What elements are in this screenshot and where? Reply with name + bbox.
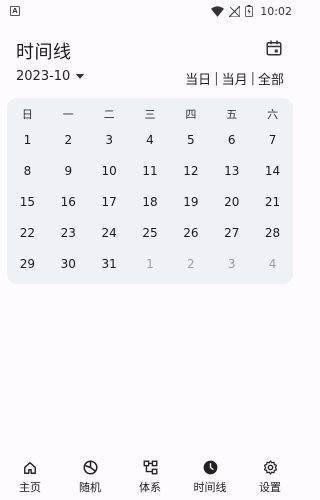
weekday-label: 四	[185, 108, 197, 121]
gear-icon	[262, 460, 278, 476]
nav-label: 主页	[19, 480, 41, 494]
calendar-day-next-month[interactable]: 4	[252, 257, 293, 271]
hierarchy-icon	[142, 460, 158, 476]
nav-item-timeline[interactable]: 时间线	[180, 454, 240, 500]
calendar-day[interactable]: 4	[130, 133, 171, 147]
calendar-day[interactable]: 9	[48, 164, 89, 178]
calendar-day[interactable]: 8	[7, 164, 48, 178]
calendar-icon	[265, 39, 283, 61]
calendar-day[interactable]: 3	[89, 133, 130, 147]
filter-separator: |	[250, 71, 255, 86]
calendar-day[interactable]: 26	[170, 226, 211, 240]
calendar-day[interactable]: 20	[211, 195, 252, 209]
status-right: 10:02	[211, 5, 292, 18]
calendar-day[interactable]: 6	[211, 133, 252, 147]
calendar-day-next-month[interactable]: 3	[211, 257, 252, 271]
calendar-card: 日 一 二 三 四 五 六 1 2 3 4 5 6 7 8 9 10 11 12 13 14 15 16 17 1…	[7, 98, 293, 284]
calendar-day-next-month[interactable]: 2	[170, 257, 211, 271]
nav-label: 设置	[259, 480, 281, 494]
nav-label: 体系	[139, 480, 161, 494]
calendar-day[interactable]: 22	[7, 226, 48, 240]
calendar-day[interactable]: 31	[89, 257, 130, 271]
filter-separator: |	[214, 71, 219, 86]
month-label: 2023-10	[16, 69, 71, 84]
calendar-day[interactable]: 18	[130, 195, 171, 209]
calendar-day[interactable]: 13	[211, 164, 252, 178]
calendar-day[interactable]: 11	[130, 164, 171, 178]
weekday-header-row: 日 一 二 三 四 五 六	[7, 104, 293, 124]
nav-label: 随机	[79, 480, 101, 494]
calendar-day[interactable]: 21	[252, 195, 293, 209]
filter-month[interactable]: 当月	[222, 69, 248, 88]
calendar-day[interactable]: 19	[170, 195, 211, 209]
calendar-day[interactable]: 12	[170, 164, 211, 178]
home-icon	[22, 460, 38, 476]
calendar-day[interactable]: 29	[7, 257, 48, 271]
calendar-day[interactable]: 28	[252, 226, 293, 240]
calendar-day[interactable]: 16	[48, 195, 89, 209]
weekday-label: 六	[267, 108, 279, 121]
bottom-nav: 主页 随机 体系 时间线 设置	[0, 454, 300, 500]
calendar-week-row: 8 9 10 11 12 13 14	[7, 155, 293, 186]
calendar-week-row: 1234567	[7, 124, 293, 155]
calendar-day[interactable]: 14	[252, 164, 293, 178]
calendar-day[interactable]: 25	[130, 226, 171, 240]
calendar-day[interactable]: 15	[7, 195, 48, 209]
filter-group: 当日 | 当月 | 全部	[185, 69, 284, 88]
clock-icon	[202, 460, 218, 476]
calendar-day[interactable]: 2	[48, 133, 89, 147]
status-left: A	[10, 6, 20, 16]
status-time: 10:02	[260, 4, 292, 18]
status-bar: A 10:02	[0, 0, 300, 22]
nav-item-hierarchy[interactable]: 体系	[120, 454, 180, 500]
calendar-day[interactable]: 10	[89, 164, 130, 178]
calendar-day[interactable]: 30	[48, 257, 89, 271]
signal-icon	[229, 5, 241, 17]
chevron-down-icon	[76, 74, 85, 79]
calendar-day[interactable]: 7	[252, 133, 293, 147]
calendar-day[interactable]: 24	[89, 226, 130, 240]
nav-label: 时间线	[193, 480, 227, 494]
weekday-label: 日	[21, 108, 33, 121]
calendar-weeks: 1 2 3 4 5 6 7 8 9 10 11 12 13 14 15 16 17 18 19 20 21 22 23 24 2…	[7, 124, 293, 279]
calendar-button[interactable]	[264, 40, 284, 60]
weekday-label: 五	[226, 108, 238, 121]
wifi-icon	[211, 5, 225, 17]
nav-item-home[interactable]: 主页	[0, 454, 60, 500]
calendar-day[interactable]: 17	[89, 195, 130, 209]
filter-all[interactable]: 全部	[258, 69, 284, 88]
calendar-week-row: 22 23 24 25 26 27 28	[7, 217, 293, 248]
weekday-label: 一	[62, 108, 74, 121]
weekday-label: 二	[103, 108, 115, 121]
calendar-day[interactable]: 27	[211, 226, 252, 240]
weekday-label: 三	[144, 108, 156, 121]
calendar-day[interactable]: 23	[48, 226, 89, 240]
calendar-day-next-month[interactable]: 1	[130, 257, 171, 271]
calendar-week-row: 29 30 31 1 2 3 4	[7, 248, 293, 279]
calendar-day[interactable]: 1	[7, 133, 48, 147]
month-selector[interactable]: 2023-10	[16, 69, 85, 84]
calendar-week-row: 15 16 17 18 19 20 21	[7, 186, 293, 217]
random-icon	[82, 460, 98, 476]
battery-icon	[245, 5, 254, 17]
filter-today[interactable]: 当日	[185, 69, 211, 88]
page-title: 时间线	[16, 42, 72, 63]
nav-item-settings[interactable]: 设置	[240, 454, 300, 500]
calendar-day[interactable]: 5	[170, 133, 211, 147]
nav-item-random[interactable]: 随机	[60, 454, 120, 500]
app-notification-icon: A	[10, 6, 20, 16]
